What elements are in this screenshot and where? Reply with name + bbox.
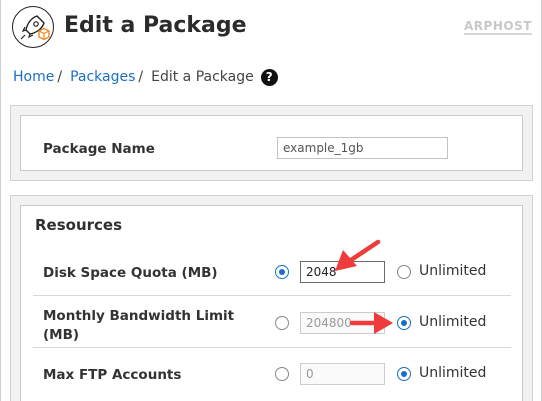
brand-watermark: ARPHOST [464,19,532,35]
resources-section: Resources Disk Space Quota (MB) Unlimite… [20,205,523,401]
package-name-label: Package Name [43,141,155,157]
breadcrumb-packages-link[interactable]: Packages [70,69,135,85]
ftp-accounts-input[interactable] [300,363,385,385]
disk-quota-unlimited-radio[interactable] [397,265,411,279]
rocket-package-icon [12,6,54,48]
bandwidth-value-radio[interactable] [275,316,289,330]
row-divider [33,347,511,348]
page-header: Edit a Package ARPHOST [12,4,532,50]
ftp-accounts-label: Max FTP Accounts [43,367,182,383]
bandwidth-unlimited-label[interactable]: Unlimited [419,314,486,330]
breadcrumb-current: Edit a Package [151,69,254,85]
package-name-input[interactable] [277,137,448,159]
bandwidth-label-line2: (MB) [43,327,80,343]
disk-quota-label: Disk Space Quota (MB) [43,265,218,281]
disk-quota-unlimited-label[interactable]: Unlimited [419,263,486,279]
resources-title: Resources [35,216,123,234]
ftp-accounts-value-radio[interactable] [275,367,289,381]
package-name-section: Package Name [20,115,523,171]
ftp-accounts-unlimited-label[interactable]: Unlimited [419,365,486,381]
ftp-accounts-unlimited-radio[interactable] [397,367,411,381]
bandwidth-input[interactable] [300,312,385,334]
breadcrumb-home-link[interactable]: Home [13,69,54,85]
bandwidth-label-line1: Monthly Bandwidth Limit [43,308,235,324]
package-name-panel: Package Name [10,105,533,181]
breadcrumb-separator: / [57,69,63,85]
breadcrumb: Home / Packages / Edit a Package ? [13,66,278,88]
help-circle-icon[interactable]: ? [260,68,278,86]
breadcrumb-separator: / [138,69,144,85]
disk-quota-value-radio[interactable] [275,265,289,279]
bandwidth-unlimited-radio[interactable] [397,316,411,330]
page-title: Edit a Package [64,13,247,38]
disk-quota-input[interactable] [300,261,385,283]
row-divider [33,295,511,296]
resources-panel: Resources Disk Space Quota (MB) Unlimite… [10,195,533,401]
